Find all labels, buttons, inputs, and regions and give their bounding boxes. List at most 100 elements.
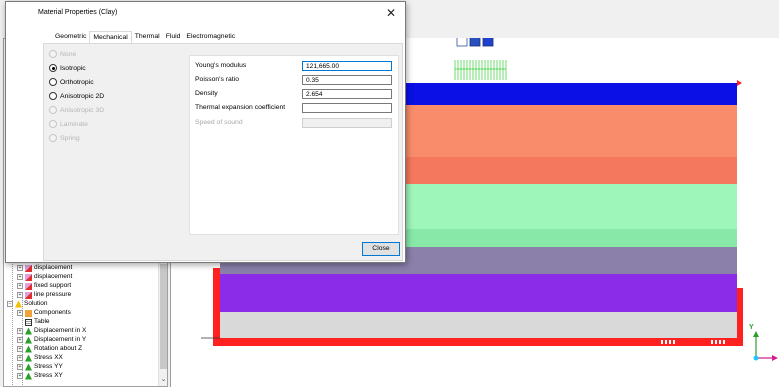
tab-electromagnetic[interactable]: Electromagnetic xyxy=(183,31,238,43)
tab-fluid[interactable]: Fluid xyxy=(163,31,184,43)
tree-item[interactable]: + Components xyxy=(17,309,71,317)
tree-item[interactable]: + fixed support xyxy=(17,282,71,290)
thermal-expansion-label: Thermal expansion coefficient xyxy=(195,104,286,111)
expand-icon[interactable]: + xyxy=(17,283,23,289)
view-3d-icon[interactable] xyxy=(482,38,494,47)
dialog-titlebar[interactable]: Material Properties (Clay) ✕ xyxy=(6,2,405,24)
tree-item-label: Solution xyxy=(24,300,48,307)
radio-button[interactable] xyxy=(49,78,57,86)
axis-triad-icon xyxy=(753,331,778,361)
zoom-fit-icon[interactable] xyxy=(456,38,468,47)
tree-item[interactable]: + Stress XY xyxy=(17,372,63,380)
radio-button[interactable] xyxy=(49,92,57,100)
tree-item[interactable]: + Displacement in X xyxy=(17,327,86,335)
poissons-ratio-field[interactable] xyxy=(302,75,392,85)
radio-spring: Spring xyxy=(49,133,80,143)
expand-icon[interactable]: + xyxy=(17,265,23,271)
radio-label: Anisotropic 2D xyxy=(60,92,105,100)
radio-button xyxy=(49,120,57,128)
radio-label: Isotropic xyxy=(60,64,86,72)
radio-anisotropic-3d: Anisotropic 3D xyxy=(49,105,104,115)
material-properties-dialog: Material Properties (Clay) ✕ Geometric M… xyxy=(5,1,406,263)
tree-item[interactable]: + line pressure xyxy=(17,291,71,299)
boundary-condition-icon xyxy=(25,282,32,290)
view-front-icon[interactable] xyxy=(469,38,481,47)
boundary-condition-icon xyxy=(25,273,32,281)
tree-scrollbar-thumb[interactable] xyxy=(160,264,167,369)
result-icon xyxy=(25,363,32,371)
thermal-expansion-field[interactable] xyxy=(302,103,392,113)
layer-violet[interactable] xyxy=(220,274,737,312)
components-icon xyxy=(25,309,32,317)
expand-icon[interactable]: + xyxy=(17,355,23,361)
density-label: Density xyxy=(195,90,218,97)
dialog-title: Material Properties (Clay) xyxy=(38,9,118,16)
density-field[interactable] xyxy=(302,89,392,99)
boundary-condition-icon xyxy=(25,264,32,272)
boundary-condition-icon xyxy=(25,291,32,299)
tree-item-label: Displacement in Y xyxy=(34,336,87,343)
result-icon xyxy=(25,372,32,380)
expand-icon[interactable]: + xyxy=(17,328,23,334)
tree-item-label: Components xyxy=(34,309,71,316)
line-pressure-load[interactable] xyxy=(454,60,507,80)
property-fields-panel: Young's modulus Poisson's ratio Density … xyxy=(189,55,399,235)
tree-item-label: displacement xyxy=(34,264,73,271)
poissons-ratio-label: Poisson's ratio xyxy=(195,76,239,83)
tree-item-label: fixed support xyxy=(34,282,72,289)
tree-item-label: Rotation about Z xyxy=(34,345,83,352)
tree-item-label: Stress XX xyxy=(34,354,63,361)
radio-button xyxy=(49,106,57,114)
tree-item-label: Displacement in X xyxy=(34,327,87,334)
result-icon xyxy=(25,354,32,362)
tab-thermal[interactable]: Thermal xyxy=(132,31,163,43)
radio-label: None xyxy=(60,50,77,58)
radio-laminate: Laminate xyxy=(49,119,88,129)
radio-orthotropic[interactable]: Orthotropic xyxy=(49,77,94,87)
tree-item[interactable]: − Solution xyxy=(7,300,48,308)
radio-anisotropic-2d[interactable]: Anisotropic 2D xyxy=(49,91,104,101)
result-icon xyxy=(25,336,32,344)
tree-item[interactable]: + Displacement in Y xyxy=(17,336,86,344)
tree-item[interactable]: + Rotation about Z xyxy=(17,345,82,353)
layer-grey[interactable] xyxy=(220,312,737,338)
expand-icon[interactable]: + xyxy=(17,292,23,298)
tab-geometric[interactable]: Geometric xyxy=(52,31,89,43)
close-button[interactable]: Close xyxy=(362,242,400,256)
radio-label: Laminate xyxy=(60,120,88,128)
radio-label: Anisotropic 3D xyxy=(60,106,105,114)
axis-y-label: Y xyxy=(749,324,754,331)
expand-icon[interactable]: + xyxy=(17,310,23,316)
tree-item[interactable]: + Stress YY xyxy=(17,363,63,371)
speed-of-sound-label: Speed of sound xyxy=(195,119,243,126)
expand-icon[interactable]: + xyxy=(17,364,23,370)
expand-icon[interactable]: + xyxy=(17,373,23,379)
expand-icon[interactable]: + xyxy=(17,346,23,352)
solution-icon xyxy=(15,300,22,308)
speed-of-sound-field xyxy=(302,118,392,128)
mechanical-tab-panel: None Isotropic Orthotropic Anisotropic 2… xyxy=(43,43,403,261)
view-toolbar xyxy=(456,38,494,47)
expand-icon[interactable]: + xyxy=(17,337,23,343)
radio-isotropic[interactable]: Isotropic xyxy=(49,63,86,73)
tree-item-label: Table xyxy=(34,318,50,325)
tree-item[interactable]: + displacement xyxy=(17,264,72,272)
tree-item-label: Stress YY xyxy=(34,363,63,370)
youngs-modulus-field[interactable] xyxy=(302,61,392,71)
close-icon[interactable]: ✕ xyxy=(383,5,399,21)
tab-mechanical[interactable]: Mechanical xyxy=(89,31,132,43)
right-edge-arrow xyxy=(737,80,742,86)
expand-icon[interactable]: + xyxy=(17,274,23,280)
expand-icon[interactable]: − xyxy=(7,301,13,307)
chevron-down-icon[interactable]: ⌄ xyxy=(160,376,167,384)
radio-button xyxy=(49,134,57,142)
tree-item[interactable]: + displacement xyxy=(17,273,72,281)
radio-label: Spring xyxy=(60,134,80,142)
radio-label: Orthotropic xyxy=(60,78,94,86)
tree-item-label: displacement xyxy=(34,273,73,280)
tree-item[interactable]: + Stress XX xyxy=(17,354,63,362)
radio-button[interactable] xyxy=(49,64,57,72)
tree-item-label: Stress XY xyxy=(34,372,63,379)
tree-item[interactable]: Table xyxy=(25,318,50,326)
tree-item-label: line pressure xyxy=(34,291,72,298)
